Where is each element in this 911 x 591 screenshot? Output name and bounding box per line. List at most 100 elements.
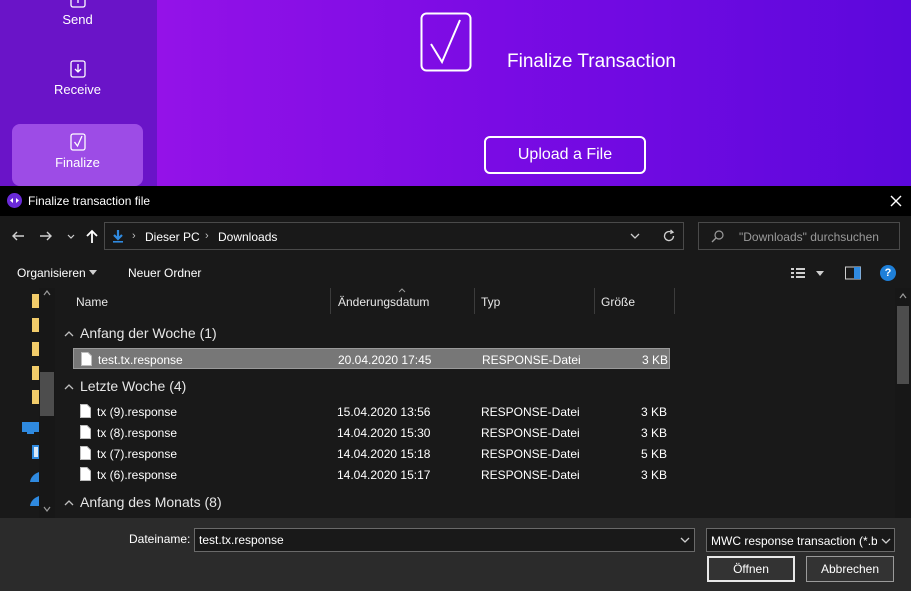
file-type-select[interactable]: MWC response transaction (*.b <box>706 528 895 552</box>
organize-button[interactable]: Organisieren <box>17 266 86 280</box>
folder-icon[interactable] <box>32 366 39 380</box>
column-header-date[interactable]: Änderungsdatum <box>338 295 429 309</box>
search-input[interactable]: "Downloads" durchsuchen <box>698 222 900 250</box>
file-icon <box>80 467 91 481</box>
file-type: RESPONSE-Datei <box>481 447 580 461</box>
chevron-up-icon <box>64 331 74 337</box>
refresh-icon[interactable] <box>662 229 676 243</box>
nav-send[interactable]: Send <box>12 0 143 44</box>
upload-file-button[interactable]: Upload a File <box>484 136 646 174</box>
nav-receive-label: Receive <box>54 82 101 97</box>
app-main: Finalize Transaction Upload a File <box>157 0 911 186</box>
sort-indicator-icon <box>398 288 406 293</box>
group-header[interactable]: Anfang des Monats (8) <box>64 494 222 510</box>
chevron-up-icon <box>64 384 74 390</box>
file-list-scrollbar[interactable] <box>895 288 911 518</box>
preview-pane-icon[interactable] <box>845 266 861 280</box>
breadcrumb-separator: › <box>205 230 209 242</box>
column-divider[interactable] <box>674 288 675 314</box>
nav-finalize[interactable]: Finalize <box>12 124 143 186</box>
chevron-down-icon[interactable] <box>680 536 690 544</box>
column-divider[interactable] <box>474 288 475 314</box>
file-type: RESPONSE-Datei <box>481 468 580 482</box>
file-icon <box>80 404 91 418</box>
file-date: 14.04.2020 15:30 <box>337 426 431 440</box>
back-arrow-icon[interactable] <box>10 228 26 244</box>
cancel-button[interactable]: Abbrechen <box>806 556 894 582</box>
scrollbar-thumb[interactable] <box>40 372 54 416</box>
file-type: RESPONSE-Datei <box>481 405 580 419</box>
file-name: tx (6).response <box>97 468 178 482</box>
scroll-up-icon[interactable] <box>43 290 51 296</box>
file-row[interactable]: tx (6).response 14.04.2020 15:17 RESPONS… <box>73 464 670 485</box>
navigation-pane-scrollbar[interactable] <box>39 288 55 518</box>
file-type: RESPONSE-Datei <box>481 426 580 440</box>
address-bar[interactable]: › Dieser PC › Downloads <box>104 222 684 250</box>
page-title: Finalize Transaction <box>507 51 676 72</box>
close-icon[interactable] <box>887 192 905 210</box>
nav-receive[interactable]: Receive <box>12 52 143 114</box>
documents-icon[interactable] <box>32 445 39 459</box>
chevron-down-icon[interactable] <box>881 537 891 545</box>
group-header[interactable]: Letzte Woche (4) <box>64 378 186 394</box>
file-row[interactable]: tx (9).response 15.04.2020 13:56 RESPONS… <box>73 401 670 422</box>
column-headers: Name Änderungsdatum Typ Größe <box>57 288 895 314</box>
folder-icon[interactable] <box>32 294 39 308</box>
chevron-down-icon[interactable] <box>629 231 641 241</box>
downloads-folder-icon <box>113 230 123 243</box>
file-date: 15.04.2020 13:56 <box>337 405 431 419</box>
file-row[interactable]: tx (8).response 14.04.2020 15:30 RESPONS… <box>73 422 670 443</box>
desktop-icon[interactable] <box>22 422 39 434</box>
scrollbar-thumb[interactable] <box>897 306 909 384</box>
open-button[interactable]: Öffnen <box>707 556 795 582</box>
file-icon <box>81 352 92 366</box>
breadcrumb-this-pc[interactable]: Dieser PC <box>145 230 200 244</box>
breadcrumb-downloads[interactable]: Downloads <box>218 230 277 244</box>
search-icon <box>711 230 724 243</box>
group-header[interactable]: Anfang der Woche (1) <box>64 325 217 341</box>
file-date: 14.04.2020 15:17 <box>337 468 431 482</box>
group-label: Letzte Woche (4) <box>80 378 187 394</box>
file-name: test.tx.response <box>98 353 183 367</box>
column-divider[interactable] <box>594 288 595 314</box>
new-folder-button[interactable]: Neuer Ordner <box>128 266 201 280</box>
help-icon[interactable]: ? <box>880 265 896 281</box>
folder-icon[interactable] <box>32 318 39 332</box>
chevron-down-icon[interactable] <box>66 228 76 244</box>
file-type-value: MWC response transaction (*.b <box>711 534 877 548</box>
cloud-icon[interactable] <box>30 494 39 506</box>
folder-icon[interactable] <box>32 390 39 404</box>
group-label: Anfang der Woche (1) <box>80 325 217 341</box>
up-arrow-icon[interactable] <box>84 228 100 244</box>
nav-finalize-label: Finalize <box>55 155 100 170</box>
breadcrumb-separator: › <box>132 230 136 242</box>
scroll-down-icon[interactable] <box>43 506 51 512</box>
file-size: 3 KB <box>640 405 667 419</box>
file-row[interactable]: test.tx.response 20.04.2020 17:45 RESPON… <box>73 348 670 369</box>
app-logo-icon <box>7 193 22 208</box>
cloud-icon[interactable] <box>30 470 39 482</box>
chevron-up-icon <box>64 500 74 506</box>
nav-send-label: Send <box>62 12 93 27</box>
checkbox-icon <box>69 133 86 151</box>
view-options-icon[interactable] <box>790 266 826 280</box>
file-size: 3 KB <box>640 468 667 482</box>
caret-down-icon[interactable] <box>89 270 97 275</box>
column-header-size[interactable]: Größe <box>601 295 635 309</box>
file-size: 5 KB <box>640 447 667 461</box>
file-name: tx (8).response <box>97 426 178 440</box>
forward-arrow-icon[interactable] <box>38 228 54 244</box>
dialog-titlebar: Finalize transaction file <box>0 186 911 216</box>
file-size: 3 KB <box>641 353 668 367</box>
file-date: 20.04.2020 17:45 <box>338 353 432 367</box>
dialog-toolbar: Organisieren Neuer Ordner ? <box>0 258 911 288</box>
file-open-dialog: Finalize transaction file › Dieser PC › … <box>0 186 911 591</box>
file-row[interactable]: tx (7).response 14.04.2020 15:18 RESPONS… <box>73 443 670 464</box>
scroll-up-icon[interactable] <box>899 293 907 299</box>
column-divider[interactable] <box>330 288 331 314</box>
navigation-bar: › Dieser PC › Downloads "Downloads" durc… <box>0 216 911 258</box>
column-header-type[interactable]: Typ <box>481 295 500 309</box>
column-header-name[interactable]: Name <box>76 295 108 309</box>
folder-icon[interactable] <box>32 342 39 356</box>
filename-input[interactable] <box>194 528 695 552</box>
